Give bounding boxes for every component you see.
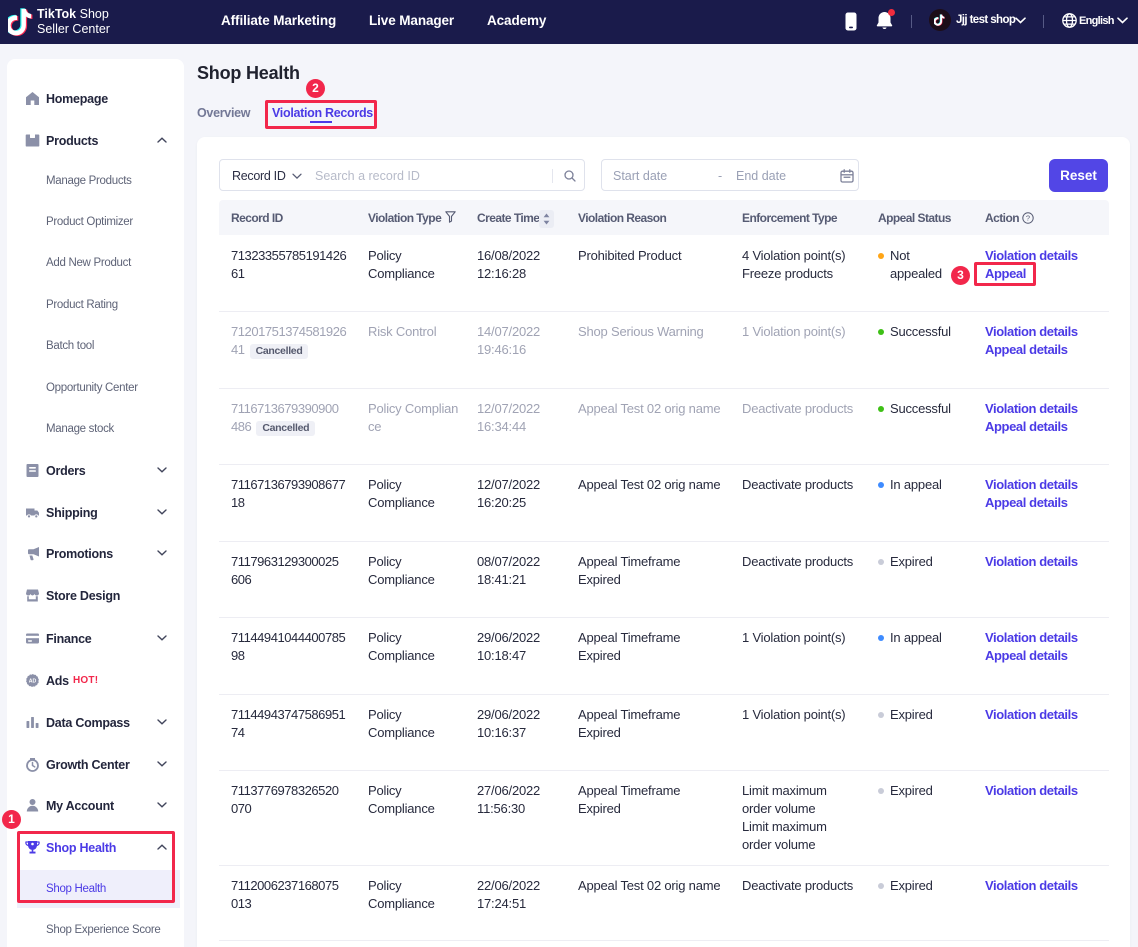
svg-text:?: ? — [1026, 214, 1030, 223]
svg-text:AD: AD — [29, 679, 37, 685]
